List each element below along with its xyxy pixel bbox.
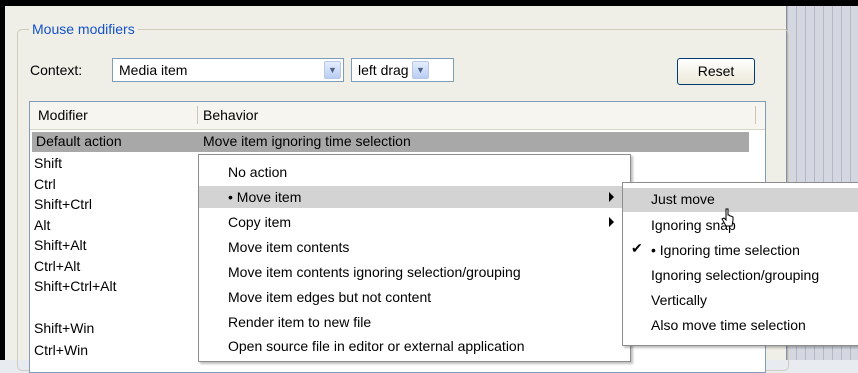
submenu-item-label: Ignoring selection/grouping <box>651 267 820 283</box>
submenu-item-just-move[interactable]: Just move <box>623 188 858 212</box>
menu-item-label: Move item contents ignoring selection/gr… <box>228 264 521 280</box>
submenu-item-ignoring-selection-grouping[interactable]: Ignoring selection/grouping <box>623 264 858 288</box>
selected-behavior: Move item ignoring time selection <box>203 133 411 149</box>
list-item[interactable]: Ctrl+Win <box>34 342 88 358</box>
menu-item-move-item[interactable]: • Move item <box>199 186 630 208</box>
menu-item-move-contents-ignoring[interactable]: Move item contents ignoring selection/gr… <box>199 261 630 283</box>
menu-item-label: • Move item <box>228 189 302 205</box>
submenu-item-ignoring-time-selection[interactable]: ✔ • Ignoring time selection <box>623 239 858 263</box>
menu-item-no-action[interactable]: No action <box>199 161 630 183</box>
menu-item-copy-item[interactable]: Copy item <box>199 211 630 233</box>
column-header-behavior[interactable]: Behavior <box>203 107 258 123</box>
menu-item-open-source[interactable]: Open source file in editor or external a… <box>199 335 630 357</box>
list-item[interactable]: Shift+Ctrl <box>34 196 92 212</box>
selected-modifier: Default action <box>36 133 122 149</box>
reset-button[interactable]: Reset <box>677 58 755 85</box>
list-item[interactable]: Ctrl <box>34 176 56 192</box>
submenu-arrow-icon <box>609 192 614 202</box>
submenu-item-label: Just move <box>651 191 715 207</box>
menu-item-render-to-file[interactable]: Render item to new file <box>199 311 630 333</box>
table-row-selected[interactable]: Default action Move item ignoring time s… <box>32 132 749 152</box>
column-divider <box>197 106 198 124</box>
chevron-down-icon[interactable]: ▼ <box>412 61 429 79</box>
context-dropdown[interactable]: Media item ▼ <box>112 58 344 82</box>
submenu-arrow-icon <box>609 217 614 227</box>
menu-item-label: Render item to new file <box>228 314 372 330</box>
checkmark-icon: ✔ <box>631 240 643 256</box>
submenu-item-ignoring-snap[interactable]: Ignoring snap <box>623 214 858 238</box>
submenu-item-label: Vertically <box>651 292 708 308</box>
column-divider <box>755 106 756 124</box>
behavior-context-menu: No action • Move item Copy item Move ite… <box>198 154 631 362</box>
list-item[interactable]: Shift+Ctrl+Alt <box>34 278 116 294</box>
move-item-submenu: Just move Ignoring snap ✔ • Ignoring tim… <box>622 182 858 346</box>
list-header: Modifier Behavior <box>30 102 765 130</box>
menu-item-label: Move item contents <box>228 239 350 255</box>
context-label: Context: <box>30 62 83 78</box>
mouse-cursor-icon <box>721 208 734 227</box>
list-item[interactable]: Shift+Alt <box>34 237 87 253</box>
menu-item-move-contents[interactable]: Move item contents <box>199 236 630 258</box>
list-item[interactable]: Ctrl+Alt <box>34 258 80 274</box>
list-item[interactable]: Shift+Win <box>34 320 94 336</box>
submenu-item-vertically[interactable]: Vertically <box>623 289 858 313</box>
column-header-modifier[interactable]: Modifier <box>38 107 88 123</box>
chevron-down-icon[interactable]: ▼ <box>324 61 341 79</box>
list-item[interactable]: Shift <box>34 155 62 171</box>
menu-item-label: Open source file in editor or external a… <box>228 338 525 354</box>
menu-item-label: Move item edges but not content <box>228 289 432 305</box>
action-dropdown-value: left drag <box>358 62 409 78</box>
menu-item-move-edges[interactable]: Move item edges but not content <box>199 286 630 308</box>
submenu-item-label: • Ignoring time selection <box>651 242 800 258</box>
context-dropdown-value: Media item <box>119 62 188 78</box>
menu-item-label: Copy item <box>228 214 292 230</box>
list-item[interactable]: Alt <box>34 217 50 233</box>
group-title: Mouse modifiers <box>29 21 138 37</box>
action-dropdown[interactable]: left drag ▼ <box>351 58 454 82</box>
submenu-item-label: Also move time selection <box>651 317 806 333</box>
menu-item-label: No action <box>228 164 288 180</box>
submenu-item-also-move-time-selection[interactable]: Also move time selection <box>623 314 858 338</box>
